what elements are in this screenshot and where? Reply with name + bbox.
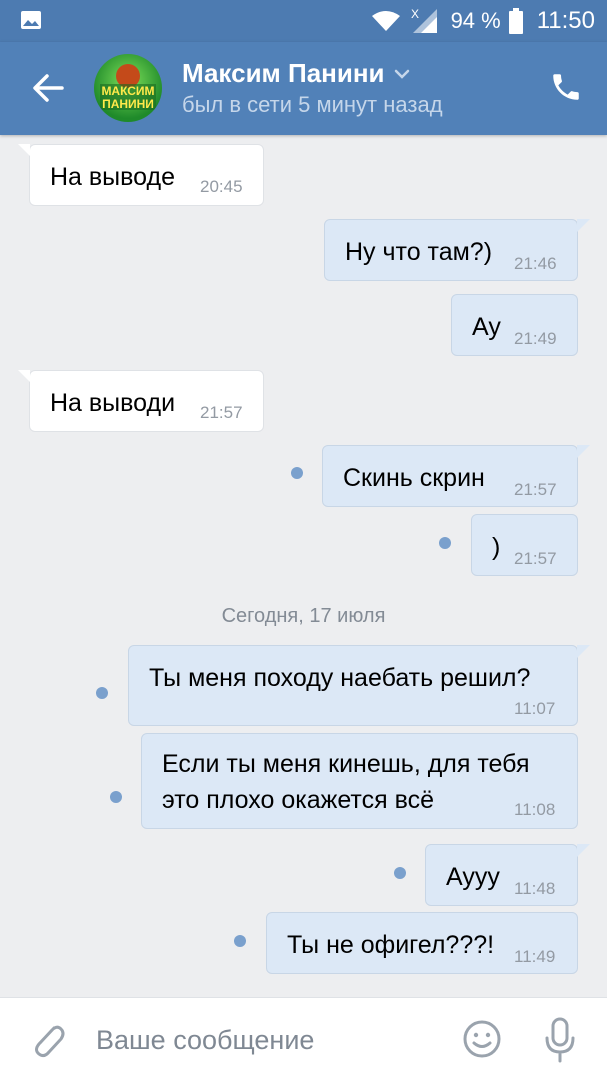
battery-icon	[508, 8, 523, 34]
unread-indicator	[439, 537, 451, 549]
message-time: 21:57	[200, 403, 243, 422]
avatar-image: МАКСИМ ПАНИНИ	[100, 64, 156, 111]
cell-signal-icon: X	[411, 7, 437, 33]
svg-text:X: X	[411, 7, 419, 21]
avatar-text-line1: МАКСИМ	[101, 84, 154, 98]
avatar[interactable]: МАКСИМ ПАНИНИ	[94, 54, 162, 122]
outgoing-message[interactable]: Ау 21:49	[451, 294, 578, 356]
message-time: 21:46	[514, 254, 557, 273]
message-text: )	[492, 533, 501, 561]
incoming-message[interactable]: На выводи 21:57	[18, 370, 264, 432]
message-time: 21:57	[514, 549, 557, 568]
wifi-icon	[371, 11, 400, 31]
chevron-down-icon	[394, 69, 409, 79]
message-text: Скинь скрин	[343, 464, 485, 492]
outgoing-message[interactable]: Скинь скрин 21:57	[322, 445, 590, 507]
message-text: Аууу	[446, 863, 500, 891]
message-text: Ты меня походу наебать решил?	[149, 664, 531, 692]
message-text: Ты не офигел???!	[287, 931, 495, 959]
message-time: 20:45	[200, 177, 243, 196]
message-text-line2: это плохо окажется всё	[162, 786, 434, 814]
unread-indicator	[291, 467, 303, 479]
message-text: На выводи	[50, 389, 176, 417]
avatar-text-line2: ПАНИНИ	[102, 97, 154, 111]
message-input[interactable]	[96, 1022, 436, 1058]
status-bar: X 94 % 11:50	[0, 0, 607, 42]
unread-indicator	[96, 687, 108, 699]
microphone-icon[interactable]	[541, 1016, 579, 1064]
message-time: 21:57	[514, 480, 557, 499]
outgoing-message[interactable]: Если ты меня кинешь, для тебя это плохо …	[141, 733, 578, 829]
message-text: Ау	[472, 313, 501, 341]
clock: 11:50	[536, 7, 595, 34]
unread-indicator	[110, 791, 122, 803]
battery-percent: 94 %	[450, 8, 501, 33]
message-time: 11:49	[514, 947, 556, 966]
outgoing-message[interactable]: Ты меня походу наебать решил? 11:07	[128, 645, 590, 726]
outgoing-message[interactable]: Аууу 11:48	[425, 844, 590, 906]
gallery-notification-icon	[21, 11, 41, 29]
unread-indicator	[394, 867, 406, 879]
message-time: 11:08	[514, 800, 556, 819]
message-time: 11:48	[514, 879, 556, 898]
message-text: На выводе	[50, 163, 175, 191]
message-time: 11:07	[514, 699, 556, 718]
outgoing-message[interactable]: Ну что там?) 21:46	[324, 219, 590, 281]
contact-name-text: Максим Панини	[182, 58, 385, 88]
date-separator: Сегодня, 17 июля	[221, 605, 386, 627]
phone-icon[interactable]	[549, 70, 583, 104]
contact-status: был в сети 5 минут назад	[182, 92, 443, 117]
message-time: 21:49	[514, 329, 557, 348]
outgoing-message[interactable]: ) 21:57	[471, 514, 578, 576]
back-arrow-icon[interactable]	[28, 68, 68, 108]
chat-header: МАКСИМ ПАНИНИ Максим Панини был в сети 5…	[0, 42, 607, 135]
attach-icon[interactable]	[28, 1018, 68, 1062]
message-text-line1: Если ты меня кинешь, для тебя	[162, 750, 530, 778]
message-text: Ну что там?)	[345, 238, 493, 266]
message-composer	[0, 997, 607, 1080]
incoming-message[interactable]: На выводе 20:45	[18, 144, 264, 206]
message-list[interactable]: На выводе 20:45 Ну что там?) 21:46 Ау 21…	[0, 135, 607, 997]
emoji-icon[interactable]	[462, 1019, 502, 1059]
unread-indicator	[234, 935, 246, 947]
contact-name[interactable]: Максим Панини	[182, 58, 411, 89]
outgoing-message[interactable]: Ты не офигел???! 11:49	[266, 912, 578, 974]
